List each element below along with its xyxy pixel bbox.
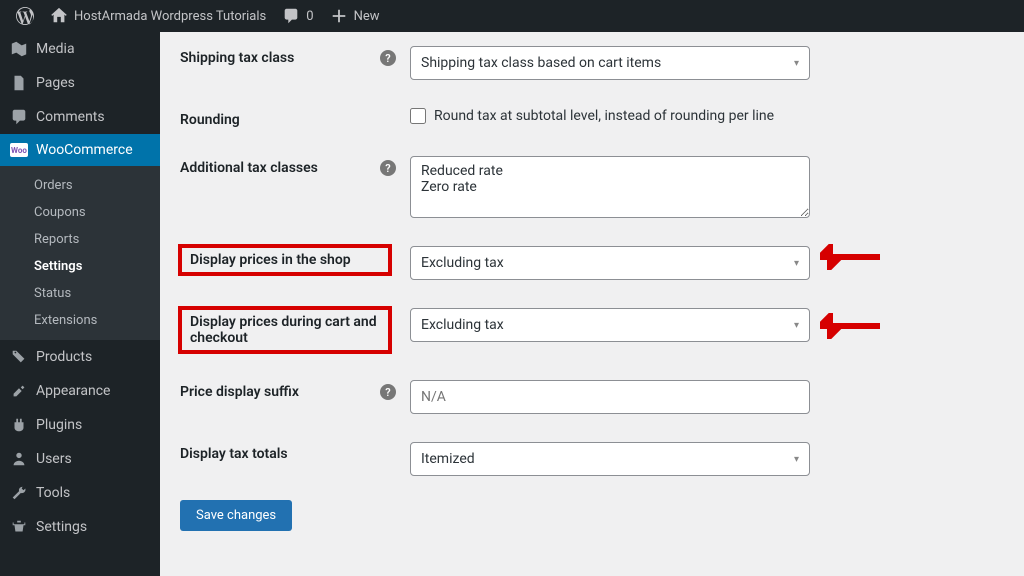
sidebar-item-media[interactable]: Media bbox=[0, 32, 160, 66]
sidebar-item-products[interactable]: Products bbox=[0, 340, 160, 374]
sidebar-item-comments[interactable]: Comments bbox=[0, 100, 160, 134]
submenu-status[interactable]: Status bbox=[0, 280, 160, 307]
label-display-totals: Display tax totals bbox=[180, 442, 410, 462]
comments-icon bbox=[10, 108, 28, 126]
row-display-cart: Display prices during cart and checkout … bbox=[180, 294, 1004, 366]
submenu-settings[interactable]: Settings bbox=[0, 253, 160, 280]
row-price-suffix: Price display suffix ? bbox=[180, 366, 1004, 428]
site-title: HostArmada Wordpress Tutorials bbox=[74, 9, 266, 24]
select-display-cart[interactable]: Excluding tax bbox=[410, 308, 810, 342]
select-shipping-tax-class[interactable]: Shipping tax class based on cart items bbox=[410, 46, 810, 80]
rounding-checkbox-label: Round tax at subtotal level, instead of … bbox=[434, 108, 774, 124]
row-rounding: Rounding Round tax at subtotal level, in… bbox=[180, 94, 1004, 142]
sidebar-item-users[interactable]: Users bbox=[0, 442, 160, 476]
submenu-coupons[interactable]: Coupons bbox=[0, 199, 160, 226]
submenu-reports[interactable]: Reports bbox=[0, 226, 160, 253]
sidebar-item-tools[interactable]: Tools bbox=[0, 476, 160, 510]
row-display-shop: Display prices in the shop Excluding tax bbox=[180, 232, 1004, 294]
pages-icon bbox=[10, 74, 28, 92]
help-icon[interactable]: ? bbox=[380, 160, 396, 176]
sidebar-label: Tools bbox=[36, 485, 70, 501]
label-shipping-tax-class: Shipping tax class ? bbox=[180, 46, 410, 66]
label-display-shop: Display prices in the shop bbox=[180, 246, 390, 274]
sidebar-item-plugins[interactable]: Plugins bbox=[0, 408, 160, 442]
comments-count: 0 bbox=[306, 9, 313, 24]
plugins-icon bbox=[10, 416, 28, 434]
new-label: New bbox=[354, 9, 380, 24]
woocommerce-submenu: Orders Coupons Reports Settings Status E… bbox=[0, 166, 160, 340]
plus-icon bbox=[330, 7, 348, 25]
save-button[interactable]: Save changes bbox=[180, 500, 292, 531]
sidebar-label: WooCommerce bbox=[36, 142, 133, 158]
users-icon bbox=[10, 450, 28, 468]
help-icon[interactable]: ? bbox=[380, 384, 396, 400]
gear-icon bbox=[10, 518, 28, 536]
label-additional-tax-classes: Additional tax classes ? bbox=[180, 156, 410, 176]
sidebar-item-settings[interactable]: Settings bbox=[0, 510, 160, 544]
site-home[interactable]: HostArmada Wordpress Tutorials bbox=[42, 0, 274, 32]
submenu-orders[interactable]: Orders bbox=[0, 172, 160, 199]
sidebar-label: Plugins bbox=[36, 417, 82, 433]
input-price-suffix[interactable] bbox=[410, 380, 810, 414]
woo-icon: Woo bbox=[10, 143, 28, 157]
sidebar-label: Settings bbox=[36, 519, 87, 535]
label-price-suffix: Price display suffix ? bbox=[180, 380, 410, 400]
help-icon[interactable]: ? bbox=[380, 50, 396, 66]
sidebar-label: Products bbox=[36, 349, 92, 365]
products-icon bbox=[10, 348, 28, 366]
new-content[interactable]: New bbox=[322, 0, 388, 32]
wordpress-icon bbox=[16, 7, 34, 25]
comment-icon bbox=[282, 7, 300, 25]
select-display-shop[interactable]: Excluding tax bbox=[410, 246, 810, 280]
sidebar-label: Pages bbox=[36, 75, 75, 91]
appearance-icon bbox=[10, 382, 28, 400]
row-shipping-tax-class: Shipping tax class ? Shipping tax class … bbox=[180, 32, 1004, 94]
select-display-totals[interactable]: Itemized bbox=[410, 442, 810, 476]
admin-bar: HostArmada Wordpress Tutorials 0 New bbox=[0, 0, 1024, 32]
sidebar-label: Media bbox=[36, 41, 75, 57]
sidebar-label: Users bbox=[36, 451, 72, 467]
sidebar-item-appearance[interactable]: Appearance bbox=[0, 374, 160, 408]
row-additional-tax-classes: Additional tax classes ? Reduced rate Ze… bbox=[180, 142, 1004, 232]
sidebar-item-woocommerce[interactable]: Woo WooCommerce bbox=[0, 134, 160, 166]
media-icon bbox=[10, 40, 28, 58]
row-display-totals: Display tax totals Itemized bbox=[180, 428, 1004, 490]
textarea-additional-tax-classes[interactable]: Reduced rate Zero rate bbox=[410, 156, 810, 218]
rounding-checkbox-wrap[interactable]: Round tax at subtotal level, instead of … bbox=[410, 108, 810, 124]
label-display-cart: Display prices during cart and checkout bbox=[180, 308, 390, 352]
sidebar-label: Appearance bbox=[36, 383, 110, 399]
admin-sidebar: Media Pages Comments Woo WooCommerce Ord… bbox=[0, 32, 160, 576]
sidebar-item-pages[interactable]: Pages bbox=[0, 66, 160, 100]
label-rounding: Rounding bbox=[180, 108, 410, 128]
wp-logo[interactable] bbox=[8, 0, 42, 32]
tools-icon bbox=[10, 484, 28, 502]
submenu-extensions[interactable]: Extensions bbox=[0, 307, 160, 334]
sidebar-label: Comments bbox=[36, 109, 105, 125]
comments-link[interactable]: 0 bbox=[274, 0, 321, 32]
main-content: Shipping tax class ? Shipping tax class … bbox=[160, 32, 1024, 576]
rounding-checkbox[interactable] bbox=[410, 108, 426, 124]
home-icon bbox=[50, 7, 68, 25]
